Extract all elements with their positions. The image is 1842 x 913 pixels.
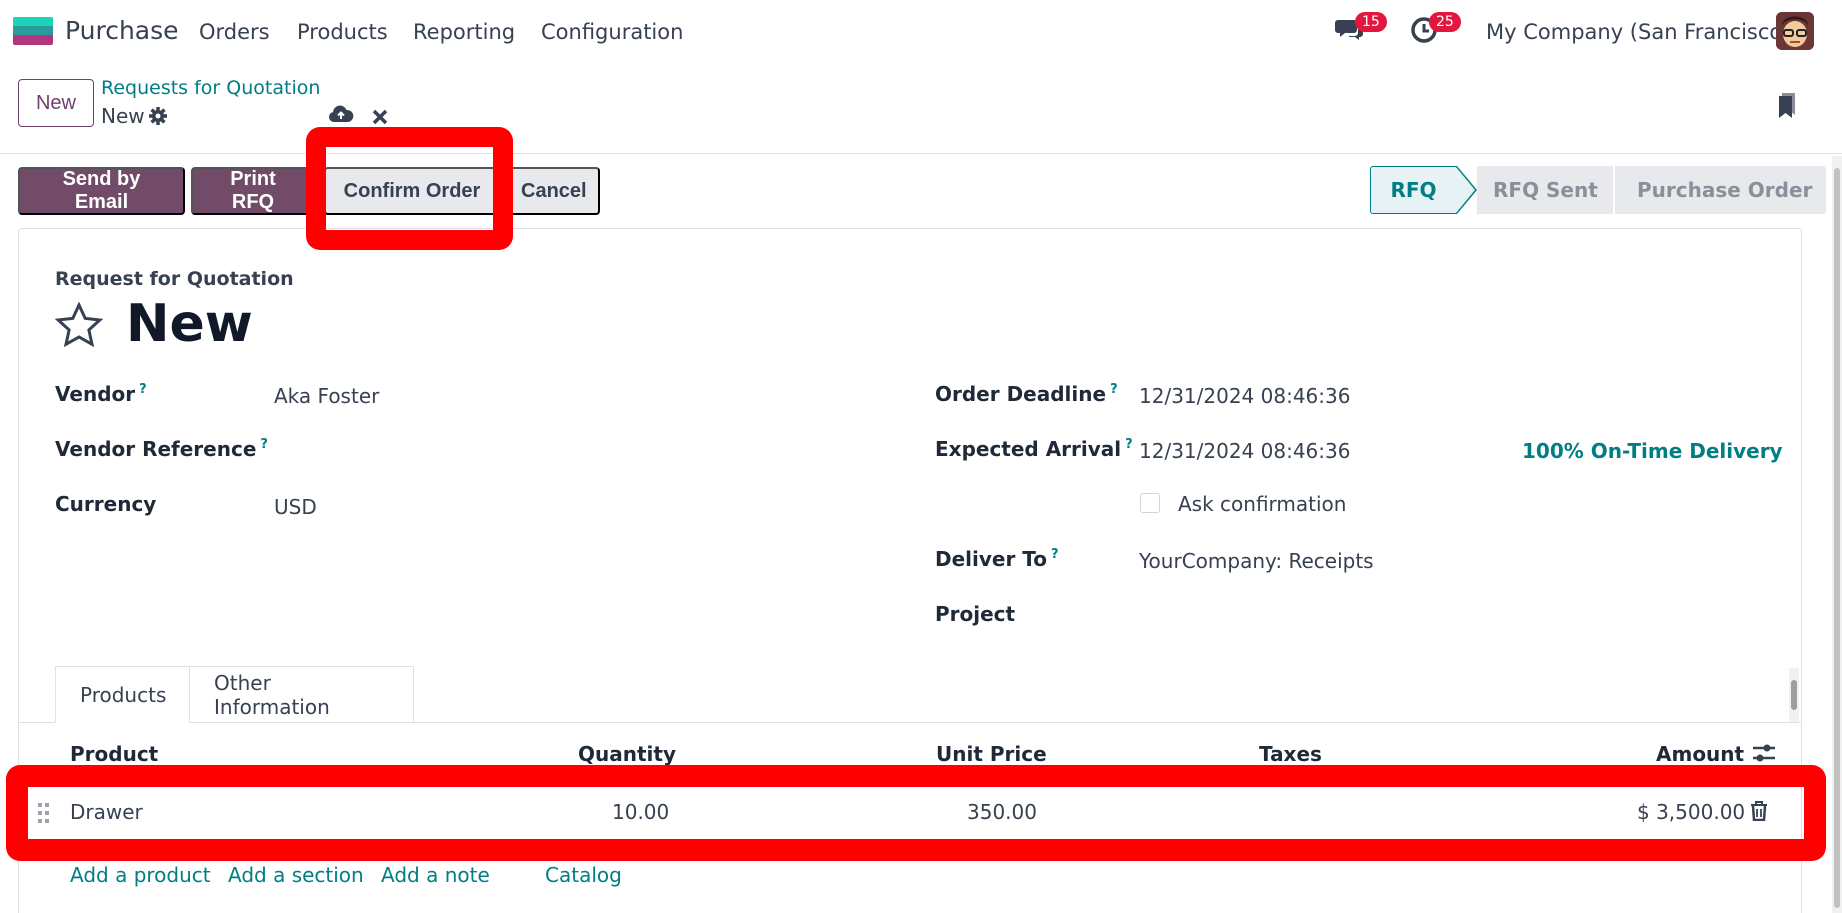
add-note-link[interactable]: Add a note: [381, 863, 490, 887]
header-divider: [18, 777, 1802, 778]
stage-rfq[interactable]: RFQ: [1370, 166, 1457, 214]
add-product-link[interactable]: Add a product: [70, 863, 211, 887]
ask-confirmation-label: Ask confirmation: [1178, 492, 1347, 516]
company-switcher[interactable]: My Company (San Francisco): [1486, 20, 1790, 44]
confirm-order-button[interactable]: Confirm Order: [324, 167, 500, 215]
gear-icon[interactable]: [148, 106, 168, 131]
send-by-email-button[interactable]: Send by Email: [18, 167, 185, 215]
priority-star-icon[interactable]: [54, 301, 104, 353]
page-scrollbar-thumb[interactable]: [1834, 168, 1840, 908]
column-header-taxes[interactable]: Taxes: [1259, 742, 1322, 766]
project-label: Project: [935, 602, 1016, 626]
column-header-quantity[interactable]: Quantity: [578, 742, 676, 766]
drag-handle-icon[interactable]: [37, 802, 51, 829]
row-divider: [18, 843, 1802, 844]
menu-reporting[interactable]: Reporting: [413, 20, 515, 44]
vendor-reference-label: Vendor Reference?: [55, 437, 268, 461]
column-header-product[interactable]: Product: [70, 742, 158, 766]
menu-orders[interactable]: Orders: [199, 20, 270, 44]
discard-close-icon[interactable]: [372, 106, 388, 130]
line-unit-price[interactable]: 350.00: [967, 800, 1037, 824]
ask-confirmation-checkbox[interactable]: [1140, 493, 1160, 513]
bookmark-icon[interactable]: [1777, 90, 1799, 123]
breadcrumb-current: New: [101, 104, 145, 128]
vendor-field[interactable]: Aka Foster: [274, 384, 379, 408]
column-header-amount[interactable]: Amount: [1656, 742, 1744, 766]
menu-configuration[interactable]: Configuration: [541, 20, 683, 44]
line-product[interactable]: Drawer: [70, 800, 143, 824]
activities-badge: 25: [1429, 12, 1461, 32]
new-button[interactable]: New: [18, 79, 94, 127]
menu-products[interactable]: Products: [297, 20, 388, 44]
expected-arrival-field[interactable]: 12/31/2024 08:46:36: [1139, 439, 1350, 463]
purchase-app-icon[interactable]: [13, 17, 53, 45]
app-name[interactable]: Purchase: [65, 16, 179, 45]
expected-arrival-label: Expected Arrival?: [935, 437, 1133, 461]
inner-scrollbar-thumb[interactable]: [1791, 680, 1797, 710]
document-type-label: Request for Quotation: [55, 268, 294, 290]
tab-products[interactable]: Products: [55, 666, 190, 723]
add-section-link[interactable]: Add a section: [228, 863, 364, 887]
control-panel: New Requests for Quotation New: [0, 62, 1842, 154]
catalog-link[interactable]: Catalog: [545, 863, 622, 887]
status-bar: RFQ RFQ Sent Purchase Order: [1370, 166, 1826, 214]
messages-badge: 15: [1355, 12, 1387, 32]
deliver-to-label: Deliver To?: [935, 547, 1059, 571]
order-deadline-label: Order Deadline?: [935, 382, 1118, 406]
form-sheet: [18, 228, 1802, 913]
line-quantity[interactable]: 10.00: [612, 800, 669, 824]
stage-arrow: [1456, 166, 1477, 214]
optional-columns-icon[interactable]: [1752, 742, 1776, 769]
trash-icon[interactable]: [1750, 801, 1768, 826]
order-deadline-field[interactable]: 12/31/2024 08:46:36: [1139, 384, 1350, 408]
cancel-button[interactable]: Cancel: [504, 167, 600, 215]
line-amount: $ 3,500.00: [1637, 800, 1746, 824]
vendor-reference-field[interactable]: [274, 439, 874, 465]
save-cloud-icon[interactable]: [328, 104, 354, 129]
stage-rfq-sent[interactable]: RFQ Sent: [1477, 166, 1613, 214]
top-navbar: Purchase Orders Products Reporting Confi…: [0, 0, 1842, 62]
breadcrumb-requests-for-quotation[interactable]: Requests for Quotation: [101, 77, 320, 99]
user-avatar[interactable]: [1776, 12, 1814, 50]
deliver-to-field[interactable]: YourCompany: Receipts: [1139, 549, 1374, 573]
vendor-label: Vendor?: [55, 382, 147, 406]
tab-other-information[interactable]: Other Information: [190, 666, 414, 723]
currency-label: Currency: [55, 492, 157, 516]
print-rfq-button[interactable]: Print RFQ: [191, 167, 315, 215]
stage-purchase-order[interactable]: Purchase Order: [1613, 166, 1826, 214]
on-time-delivery-stat[interactable]: 100% On-Time Delivery: [1522, 439, 1783, 463]
record-title: New: [126, 294, 253, 354]
currency-field[interactable]: USD: [274, 495, 317, 519]
column-header-unit-price[interactable]: Unit Price: [936, 742, 1047, 766]
